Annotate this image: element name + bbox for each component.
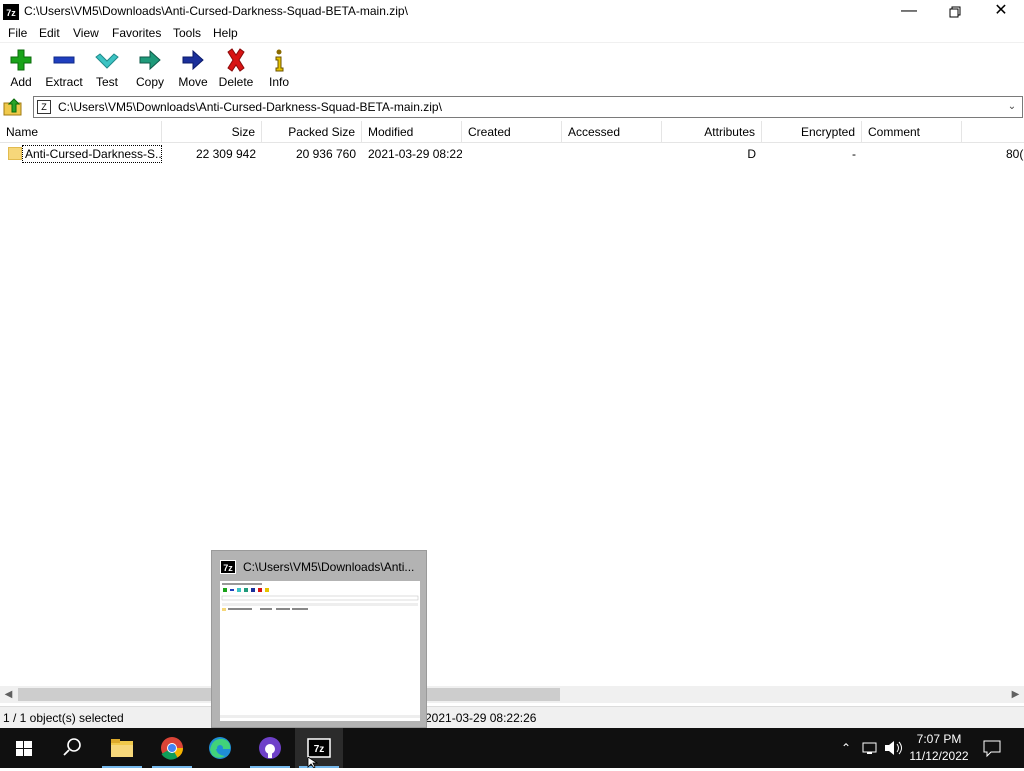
address-bar: Z C:\Users\VM5\Downloads\Anti-Cursed-Dar… (0, 96, 1024, 118)
7zip-app-icon: 7z (3, 4, 19, 20)
tray-chevron-up-icon[interactable]: ⌃ (836, 728, 856, 768)
taskbar-file-explorer[interactable] (98, 728, 146, 768)
github-desktop-icon (259, 737, 281, 759)
column-size[interactable]: Size (162, 121, 262, 143)
info-button[interactable]: Info (257, 46, 301, 92)
column-encrypted[interactable]: Encrypted (762, 121, 862, 143)
menu-help[interactable]: Help (213, 26, 238, 40)
7zip-icon: 7z (307, 738, 331, 758)
toolbar: Add Extract Test Copy Move Delete Info (0, 44, 1024, 94)
taskbar-github-desktop[interactable] (246, 728, 294, 768)
extract-button[interactable]: Extract (42, 46, 86, 92)
svg-text:7z: 7z (314, 744, 325, 755)
test-button[interactable]: Test (85, 46, 129, 92)
mouse-cursor-icon (307, 757, 319, 768)
zip-icon: Z (37, 100, 51, 114)
folder-icon (8, 147, 22, 160)
taskbar-edge[interactable] (196, 728, 244, 768)
row-created (468, 144, 562, 164)
volume-icon[interactable] (882, 728, 904, 768)
search-button[interactable] (48, 728, 96, 768)
clock-time: 7:07 PM (916, 732, 962, 746)
title-bar: 7z C:\Users\VM5\Downloads\Anti-Cursed-Da… (0, 0, 1024, 24)
row-modified: 2021-03-29 08:22 (368, 147, 462, 161)
close-button[interactable]: ✕ (978, 0, 1024, 24)
scroll-right-icon[interactable]: ▶ (1007, 686, 1024, 703)
copy-button[interactable]: Copy (128, 46, 172, 92)
column-accessed[interactable]: Accessed (562, 121, 662, 143)
minus-icon (53, 56, 75, 64)
menu-file[interactable]: File (8, 26, 27, 40)
taskbar-chrome[interactable] (148, 728, 196, 768)
7zip-thumb-icon: 7z (220, 560, 236, 574)
menu-bar: File Edit View Favorites Tools Help (0, 24, 1024, 43)
delete-x-icon (227, 48, 245, 72)
restore-icon (949, 6, 961, 18)
start-button[interactable] (0, 728, 48, 768)
add-button[interactable]: Add (0, 46, 43, 92)
restore-button[interactable] (932, 0, 978, 24)
row-size: 22 309 942 (195, 147, 256, 161)
file-explorer-icon (111, 739, 133, 757)
up-folder-button[interactable] (3, 97, 23, 117)
row-name[interactable]: Anti-Cursed-Darkness-S... (22, 145, 162, 163)
windows-start-icon (16, 741, 32, 756)
scroll-left-icon[interactable]: ◀ (0, 686, 17, 703)
delete-button[interactable]: Delete (214, 46, 258, 92)
search-icon (63, 738, 81, 756)
row-comment (868, 144, 962, 164)
folder-up-icon (3, 98, 22, 116)
row-encrypted: - (852, 147, 856, 161)
row-attributes: D (747, 147, 756, 161)
address-path: C:\Users\VM5\Downloads\Anti-Cursed-Darkn… (58, 100, 442, 114)
move-arrow-icon (182, 49, 204, 71)
notification-icon[interactable] (980, 728, 1004, 768)
menu-view[interactable]: View (73, 26, 99, 40)
info-icon (275, 49, 284, 72)
column-created[interactable]: Created (462, 121, 562, 143)
plus-icon (10, 49, 32, 71)
clock-date: 11/12/2022 (909, 749, 969, 763)
column-attributes[interactable]: Attributes (662, 121, 762, 143)
column-modified[interactable]: Modified (362, 121, 462, 143)
column-name[interactable]: Name (0, 121, 162, 143)
menu-favorites[interactable]: Favorites (112, 26, 161, 40)
move-button[interactable]: Move (171, 46, 215, 92)
taskbar-7zip[interactable]: 7z (295, 728, 343, 768)
taskbar-thumbnail-preview[interactable]: 7z C:\Users\VM5\Downloads\Anti... (211, 550, 427, 728)
status-bar: 1 / 1 object(s) selected 2021-03-29 08:2… (0, 706, 1024, 728)
copy-arrow-icon (139, 49, 161, 71)
address-field[interactable]: Z C:\Users\VM5\Downloads\Anti-Cursed-Dar… (33, 96, 1023, 118)
horizontal-scrollbar[interactable]: ◀ ▶ (0, 686, 1024, 703)
column-packed-size[interactable]: Packed Size (262, 121, 362, 143)
thumbnail-title: C:\Users\VM5\Downloads\Anti... (243, 560, 415, 574)
column-comment[interactable]: Comment (862, 121, 962, 143)
status-date: 2021-03-29 08:22:26 (425, 711, 537, 725)
edge-icon (209, 737, 231, 759)
row-accessed (568, 144, 662, 164)
network-icon[interactable] (860, 728, 880, 768)
menu-edit[interactable]: Edit (39, 26, 60, 40)
row-packed-size: 20 936 760 (295, 147, 356, 161)
mini-window-icon (220, 581, 420, 721)
check-icon (95, 53, 119, 69)
chevron-down-icon[interactable]: ⌄ (1004, 99, 1020, 115)
list-header: Name Size Packed Size Modified Created A… (0, 121, 1024, 143)
minimize-button[interactable]: — (886, 0, 932, 24)
clock[interactable]: 7:07 PM 11/12/2022 (906, 728, 972, 768)
chrome-icon (161, 737, 183, 760)
menu-tools[interactable]: Tools (173, 26, 201, 40)
thumbnail-window-preview (220, 581, 420, 721)
status-selection: 1 / 1 object(s) selected (3, 711, 124, 725)
taskbar: 7z ⌃ 7:07 PM 11/12/2022 (0, 728, 1024, 768)
row-overflow-value: 80( (1006, 147, 1024, 161)
window-title: C:\Users\VM5\Downloads\Anti-Cursed-Darkn… (24, 4, 408, 18)
table-row[interactable]: Anti-Cursed-Darkness-S... 22 309 942 20 … (0, 144, 1024, 164)
